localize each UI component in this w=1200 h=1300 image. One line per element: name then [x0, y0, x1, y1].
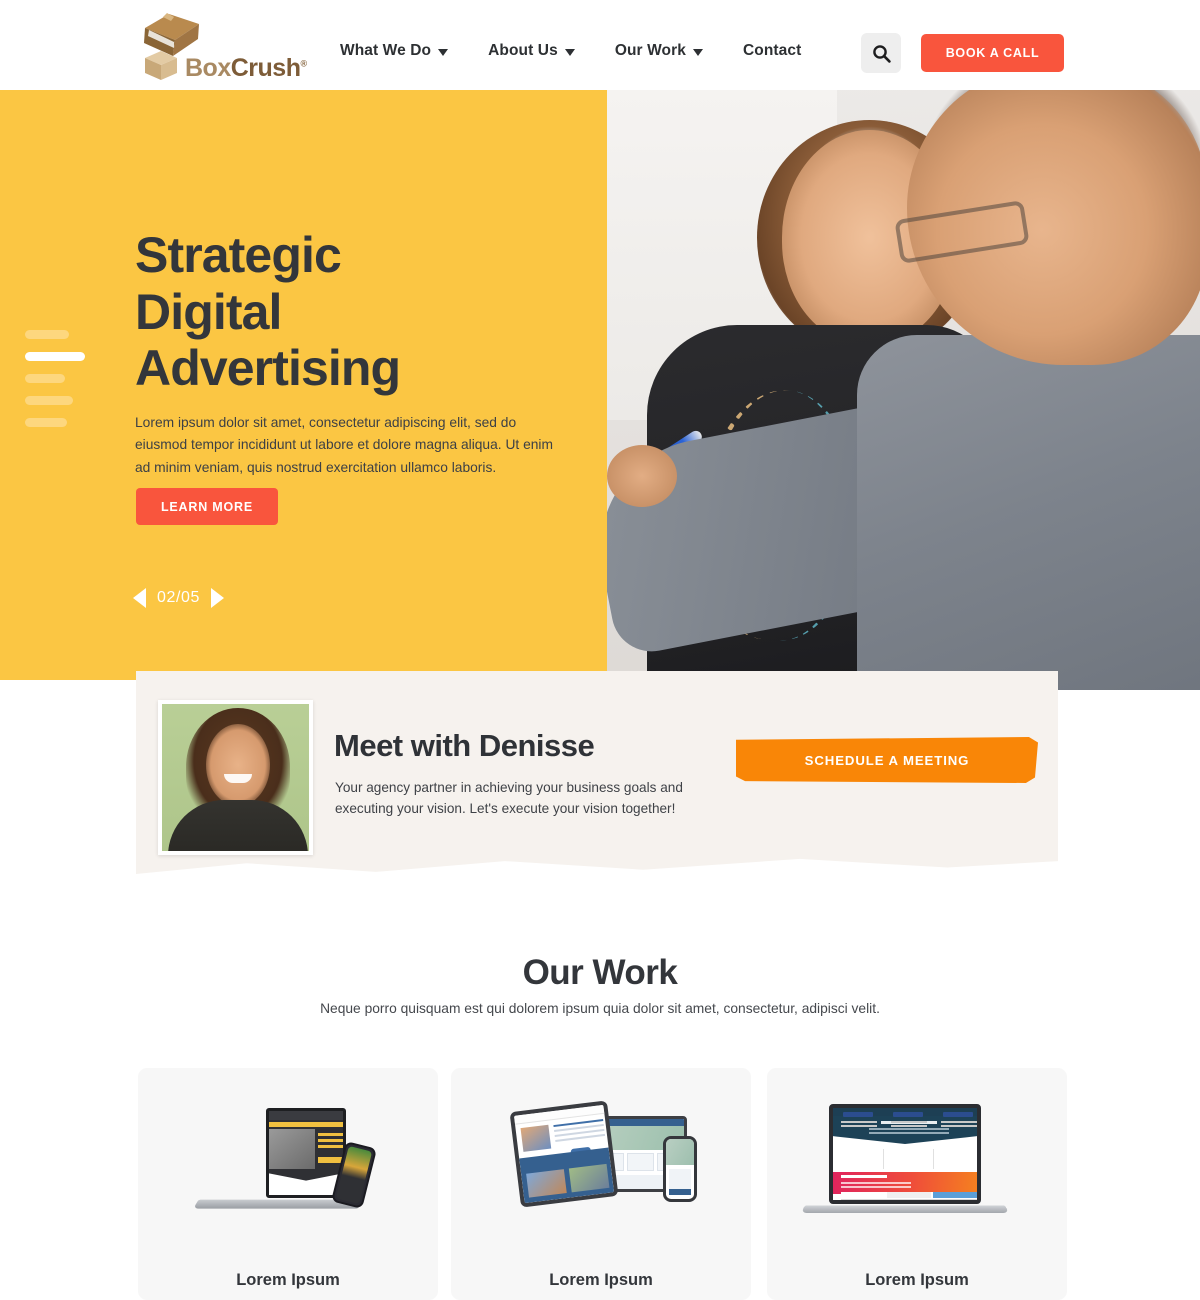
work-card-2-label: Lorem Ipsum [549, 1271, 653, 1289]
hero-photo [607, 90, 1200, 690]
site-hero-image [269, 1129, 315, 1169]
site-card [627, 1153, 654, 1171]
site-heading-lines [318, 1133, 343, 1136]
chevron-down-icon [564, 48, 575, 56]
site-text-lines [553, 1118, 604, 1128]
site-tab [841, 1192, 885, 1198]
site-divider [883, 1149, 884, 1169]
meet-with-denisse-band: Meet with Denisse Your agency partner in… [136, 671, 1058, 875]
site-column [887, 1111, 931, 1131]
work-card-3-label: Lorem Ipsum [865, 1271, 969, 1289]
site-tab [933, 1192, 977, 1198]
denisse-portrait-image [162, 704, 309, 851]
man-hand [607, 445, 677, 507]
work-card-3[interactable]: Lorem Ipsum [767, 1068, 1067, 1300]
site-card [669, 1169, 691, 1189]
slide-indicators[interactable] [25, 330, 85, 440]
nav-label: Contact [742, 42, 802, 59]
site-tile [526, 1169, 567, 1198]
site-cta [669, 1189, 691, 1195]
slide-indicator-2[interactable] [25, 352, 85, 361]
work-card-1[interactable]: Lorem Ipsum [138, 1068, 438, 1300]
work-card-2-mockup [451, 1082, 751, 1242]
chevron-left-icon[interactable] [133, 588, 146, 608]
site-gradient-headline [841, 1175, 887, 1178]
search-icon [872, 44, 891, 63]
logo[interactable]: BoxCrush® [133, 12, 313, 83]
slide-counter: 02/05 [157, 589, 201, 606]
book-a-call-button[interactable]: BOOK A CALL [921, 34, 1064, 72]
site-tab [887, 1192, 931, 1198]
site-nav-bar [269, 1111, 343, 1120]
hero-title-line-1: Strategic [135, 227, 342, 283]
search-button[interactable] [861, 33, 901, 73]
tablet-mockup [509, 1100, 619, 1208]
hero-paragraph: Lorem ipsum dolor sit amet, consectetur … [135, 415, 553, 475]
denisse-description: Your agency partner in achieving your bu… [335, 780, 683, 817]
site-column-logo [843, 1112, 873, 1117]
chevron-down-icon [692, 48, 703, 56]
hero-title-line-3: Advertising [135, 340, 401, 396]
site-column-lines [891, 1121, 927, 1123]
slide-indicator-5[interactable] [25, 418, 67, 427]
phone-mockup [663, 1136, 697, 1202]
site-column-lines [941, 1121, 977, 1123]
hero-title-line-2: Digital [135, 283, 282, 340]
site-column [837, 1111, 881, 1131]
nav-label: About Us [488, 42, 558, 59]
denisse-photo [158, 700, 313, 855]
denisse-title: Meet with Denisse [334, 728, 595, 763]
site-gradient-lines [841, 1182, 911, 1184]
main-navigation: What We Do About Us Our Work Contact [340, 42, 801, 60]
work-card-1-mockup [138, 1082, 438, 1242]
slide-indicator-1[interactable] [25, 330, 69, 339]
laptop-screen [829, 1104, 981, 1204]
schedule-a-meeting-button[interactable]: SCHEDULE A MEETING [736, 737, 1038, 783]
site-accent-bar [269, 1122, 343, 1127]
nav-label: What We Do [340, 42, 432, 59]
site-lower-section [269, 1173, 343, 1195]
site-columns [833, 1146, 977, 1172]
chevron-down-icon [438, 48, 449, 56]
our-work-title: Our Work [522, 953, 678, 992]
nav-item-about-us[interactable]: About Us [488, 42, 575, 60]
logo-text-part1: Box [185, 54, 231, 82]
slider-navigation: 02/05 [133, 588, 225, 608]
site-column-logo [893, 1112, 923, 1117]
slide-indicator-4[interactable] [25, 396, 73, 405]
work-card-1-label: Lorem Ipsum [236, 1271, 340, 1289]
site-header: BoxCrush® What We Do About Us Our Work C… [0, 0, 1200, 90]
site-divider [933, 1149, 934, 1169]
nav-item-contact[interactable]: Contact [743, 42, 801, 60]
learn-more-button[interactable]: LEARN MORE [136, 488, 278, 525]
site-image [520, 1124, 552, 1152]
hero-section: Strategic Digital Advertising Lorem ipsu… [0, 90, 1200, 690]
logo-trademark: ® [300, 58, 307, 69]
denisse-face [206, 724, 270, 806]
nav-item-what-we-do[interactable]: What We Do [340, 42, 449, 60]
logo-text-part2: Crush [230, 54, 301, 82]
site-tile [568, 1163, 610, 1193]
site-body-lines [841, 1199, 977, 1200]
site-column-logo [943, 1112, 973, 1117]
site-hero-image [666, 1139, 694, 1165]
laptop-base [800, 1205, 1010, 1213]
hero-title: Strategic Digital Advertising [135, 227, 401, 397]
work-card-2[interactable]: Lorem Ipsum [451, 1068, 751, 1300]
nav-label: Our Work [614, 42, 686, 59]
work-card-3-mockup [767, 1082, 1067, 1242]
slide-indicator-3[interactable] [25, 374, 65, 383]
man-body [857, 335, 1200, 690]
our-work-subtitle: Neque porro quisquam est qui dolorem ips… [320, 1001, 880, 1016]
site-column [937, 1111, 977, 1131]
chevron-right-icon[interactable] [211, 588, 225, 608]
logo-text: BoxCrush® [185, 54, 307, 83]
logo-box-bottom-icon [145, 51, 177, 80]
site-column-lines [841, 1121, 877, 1123]
nav-item-our-work[interactable]: Our Work [615, 42, 703, 60]
denisse-body [168, 800, 308, 851]
